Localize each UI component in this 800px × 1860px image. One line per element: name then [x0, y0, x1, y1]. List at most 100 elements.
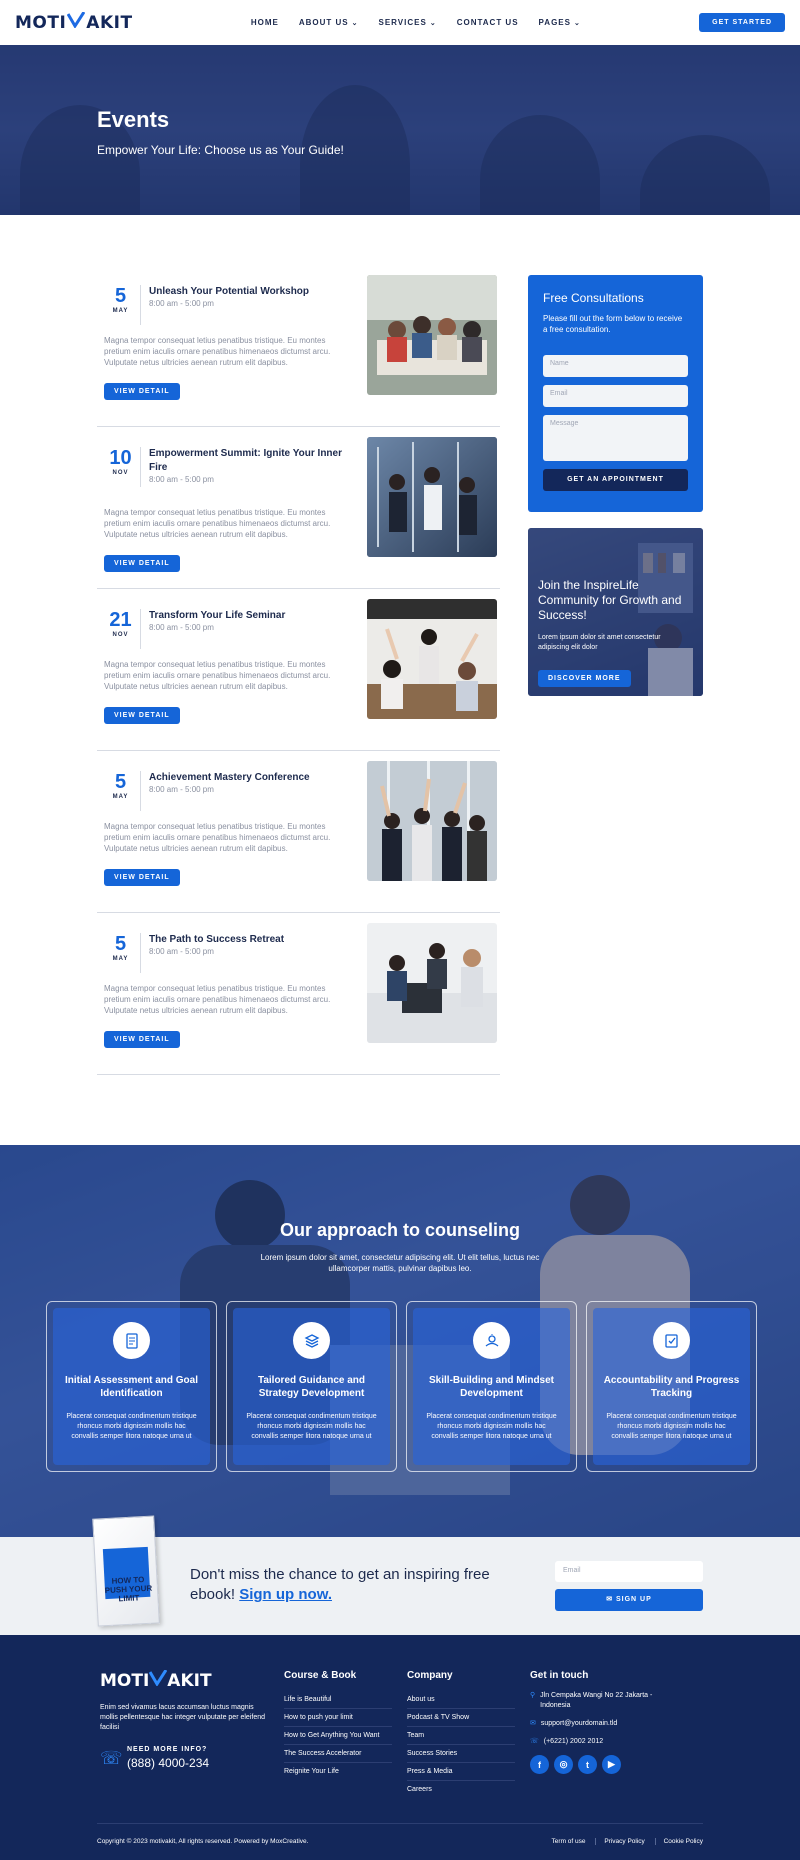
- approach-card: Tailored Guidance and Strategy Developme…: [226, 1301, 397, 1472]
- card-text: Placerat consequat condimentum tristique…: [426, 1413, 557, 1440]
- sign-up-button[interactable]: ✉ SIGN UP: [555, 1589, 703, 1611]
- mindset-icon: [473, 1322, 510, 1359]
- ebook-cover: HOW TO PUSH YOUR LIMIT: [92, 1515, 160, 1627]
- privacy-link[interactable]: Privacy Policy: [595, 1838, 645, 1845]
- consult-title: Free Consultations: [543, 291, 644, 305]
- cookie-link[interactable]: Cookie Policy: [654, 1838, 703, 1845]
- event-description: Magna tempor consequat letius penatibus …: [104, 660, 331, 691]
- footer-link[interactable]: About us: [407, 1691, 515, 1709]
- nav-item-pages[interactable]: PAGES ⌄: [539, 18, 581, 27]
- card-title: Initial Assessment and Goal Identificati…: [64, 1375, 198, 1399]
- nav-item-home[interactable]: HOME: [251, 18, 279, 27]
- footer-link[interactable]: How to Get Anything You Want: [284, 1727, 392, 1745]
- footer-link[interactable]: The Success Accelerator: [284, 1745, 392, 1763]
- checklist-icon: [653, 1322, 690, 1359]
- site-footer: MOTI AKIT Enim sed vivamus lacus accumsan…: [0, 1635, 800, 1860]
- approach-title: Our approach to counseling: [279, 1220, 521, 1240]
- event-title[interactable]: Transform Your Life Seminar: [149, 609, 349, 623]
- footer-bottom-bar: Copyright © 2023 motivakit, All rights r…: [97, 1823, 703, 1845]
- instagram-icon[interactable]: ◎: [554, 1755, 573, 1774]
- footer-link[interactable]: Life is Beautiful: [284, 1691, 392, 1709]
- event-image[interactable]: [367, 923, 497, 1043]
- card-title: Accountability and Progress Tracking: [603, 1375, 740, 1399]
- facebook-icon[interactable]: f: [530, 1755, 549, 1774]
- get-started-button[interactable]: GET STARTED: [699, 13, 785, 32]
- view-detail-button[interactable]: VIEW DETAIL: [104, 1031, 180, 1048]
- discover-more-button[interactable]: DISCOVER MORE: [538, 670, 631, 687]
- view-detail-button[interactable]: VIEW DETAIL: [104, 555, 180, 572]
- view-detail-button[interactable]: VIEW DETAIL: [104, 383, 180, 400]
- approach-cards: Initial Assessment and Goal Identificati…: [46, 1301, 757, 1472]
- approach-section: Our approach to counseling Lorem ipsum d…: [0, 1145, 800, 1537]
- footer-email[interactable]: support@yourdomain.tld: [541, 1719, 617, 1729]
- chevron-down-icon: ⌄: [351, 20, 359, 27]
- footer-description: Enim sed vivamus lacus accumsan luctus m…: [100, 1704, 265, 1731]
- logo-text-right: AKIT: [86, 12, 133, 33]
- event-time: 8:00 am - 5:00 pm: [149, 947, 214, 956]
- need-info-label: NEED MORE INFO?: [127, 1746, 208, 1753]
- footer-tel[interactable]: (+6221) 2002 2012: [544, 1737, 603, 1747]
- card-text: Placerat consequat condimentum tristique…: [246, 1413, 377, 1440]
- event-date: 21 NOV: [101, 609, 141, 649]
- terms-link[interactable]: Term of use: [544, 1838, 586, 1845]
- sign-up-link[interactable]: Sign up now.: [239, 1586, 332, 1603]
- footer-link[interactable]: Podcast & TV Show: [407, 1709, 515, 1727]
- email-input[interactable]: Email: [555, 1561, 703, 1582]
- message-field[interactable]: Message: [543, 415, 688, 461]
- phone-icon: ☏: [100, 1748, 123, 1768]
- chevron-down-icon: ⌄: [429, 20, 437, 27]
- event-title[interactable]: The Path to Success Retreat: [149, 933, 349, 947]
- copyright: Copyright © 2023 motivakit, All rights r…: [97, 1838, 309, 1845]
- chevron-down-icon: ⌄: [573, 20, 581, 27]
- youtube-icon[interactable]: ▶: [602, 1755, 621, 1774]
- main-nav: HOME ABOUT US ⌄ SERVICES ⌄ CONTACT US PAGE…: [251, 18, 581, 27]
- footer-phone[interactable]: (888) 4000-234: [127, 1756, 209, 1770]
- card-text: Placerat consequat condimentum tristique…: [66, 1413, 197, 1440]
- event-item: 5 MAY Achievement Mastery Conference 8:00…: [97, 761, 500, 913]
- logo[interactable]: MOTI AKIT: [15, 11, 133, 33]
- location-icon: ⚲: [530, 1692, 536, 1699]
- event-time: 8:00 am - 5:00 pm: [149, 623, 214, 632]
- footer-link[interactable]: Careers: [407, 1781, 515, 1798]
- footer-col-course: Course & Book Life is Beautiful How to p…: [284, 1670, 392, 1780]
- event-item: 21 NOV Transform Your Life Seminar 8:00 a…: [97, 599, 500, 751]
- event-title[interactable]: Achievement Mastery Conference: [149, 771, 349, 785]
- footer-link[interactable]: Success Stories: [407, 1745, 515, 1763]
- event-date: 5 MAY: [101, 933, 141, 973]
- logo-text-left: MOTI: [15, 12, 67, 33]
- email-field[interactable]: Email: [543, 385, 688, 407]
- event-image[interactable]: [367, 761, 497, 881]
- nav-item-contact[interactable]: CONTACT US: [457, 18, 519, 27]
- footer-link[interactable]: Press & Media: [407, 1763, 515, 1781]
- event-description: Magna tempor consequat letius penatibus …: [104, 336, 331, 367]
- consultation-form: Free Consultations Please fill out the f…: [528, 275, 703, 512]
- footer-logo[interactable]: MOTI AKIT: [100, 1669, 212, 1691]
- event-image[interactable]: [367, 599, 497, 719]
- event-title[interactable]: Empowerment Summit: Ignite Your Inner Fi…: [149, 447, 349, 475]
- site-header: MOTI AKIT HOME ABOUT US ⌄ SERVICES ⌄ CONTA…: [0, 0, 800, 45]
- nav-item-about[interactable]: ABOUT US ⌄: [299, 18, 359, 27]
- card-text: Placerat consequat condimentum tristique…: [606, 1413, 737, 1440]
- footer-link[interactable]: Reignite Your Life: [284, 1763, 392, 1780]
- logo-v-mark-icon: [149, 1669, 168, 1691]
- logo-v-mark-icon: [67, 11, 86, 33]
- view-detail-button[interactable]: VIEW DETAIL: [104, 869, 180, 886]
- phone-icon: ☏: [530, 1738, 539, 1745]
- event-image[interactable]: [367, 437, 497, 557]
- nav-item-services[interactable]: SERVICES ⌄: [379, 18, 437, 27]
- event-date: 10 NOV: [101, 447, 141, 487]
- footer-link[interactable]: Team: [407, 1727, 515, 1745]
- mail-icon: ✉: [606, 1596, 616, 1603]
- footer-link[interactable]: How to push your limit: [284, 1709, 392, 1727]
- hero-banner: Events Empower Your Life: Choose us as Y…: [0, 45, 800, 215]
- event-item: 5 MAY The Path to Success Retreat 8:00 am…: [97, 923, 500, 1075]
- event-image[interactable]: [367, 275, 497, 395]
- view-detail-button[interactable]: VIEW DETAIL: [104, 707, 180, 724]
- name-field[interactable]: Name: [543, 355, 688, 377]
- twitter-icon[interactable]: t: [578, 1755, 597, 1774]
- get-appointment-button[interactable]: GET AN APPOINTMENT: [543, 469, 688, 491]
- event-title[interactable]: Unleash Your Potential Workshop: [149, 285, 349, 299]
- community-text: Lorem ipsum dolor sit amet consectetur a…: [538, 634, 661, 651]
- event-description: Magna tempor consequat letius penatibus …: [104, 984, 331, 1015]
- event-description: Magna tempor consequat letius penatibus …: [104, 508, 331, 539]
